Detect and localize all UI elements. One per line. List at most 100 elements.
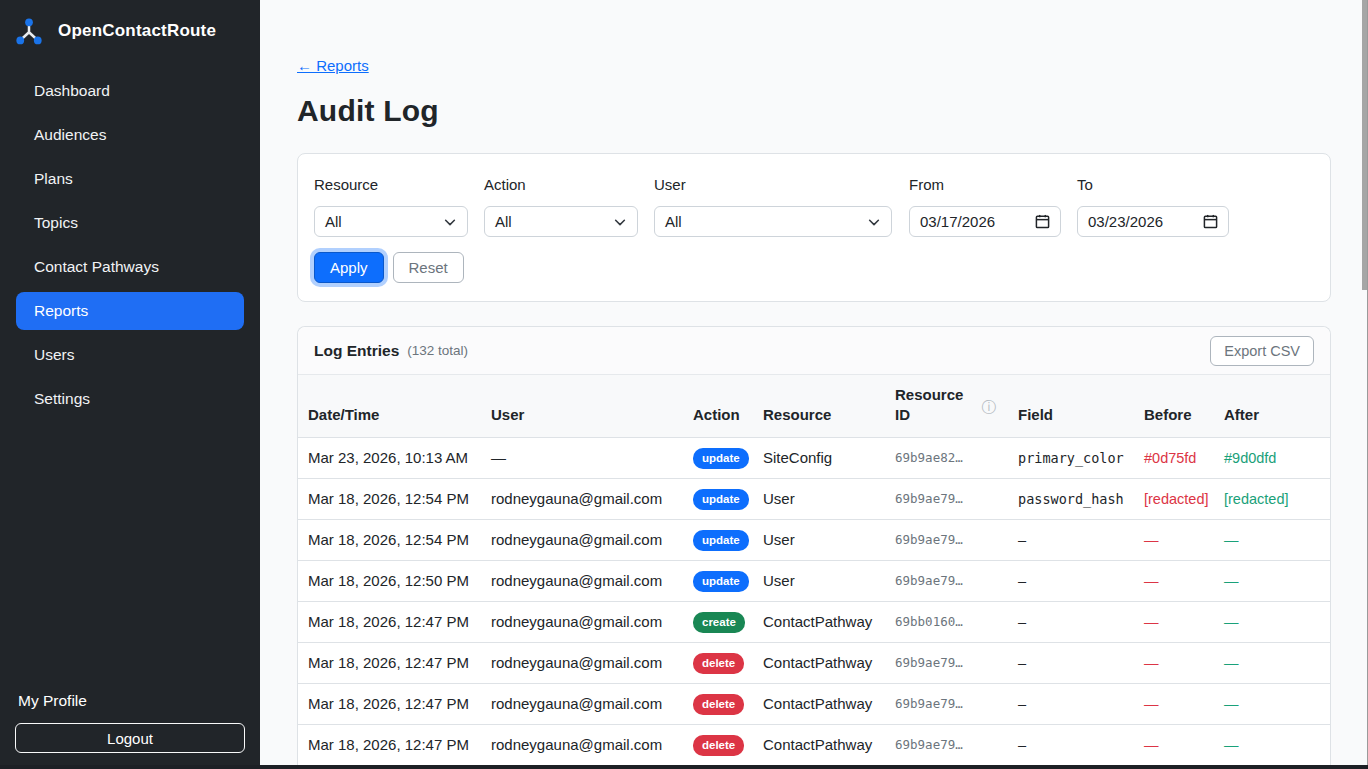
- cell-resource: ContactPathway: [753, 684, 885, 725]
- logout-button[interactable]: Logout: [15, 723, 245, 753]
- col-header-resource-id: Resource IDⓘ: [885, 375, 1008, 438]
- cell-datetime: Mar 18, 2026, 12:54 PM: [298, 520, 481, 561]
- cell-field: –: [1008, 684, 1134, 725]
- cell-after: —: [1214, 684, 1330, 725]
- cell-resource: User: [753, 479, 885, 520]
- log-entries-header: Log Entries (132 total) Export CSV: [298, 327, 1330, 375]
- to-date-label: To: [1077, 176, 1229, 194]
- cell-datetime: Mar 18, 2026, 12:50 PM: [298, 561, 481, 602]
- export-csv-button[interactable]: Export CSV: [1210, 336, 1314, 366]
- cell-after: —: [1214, 725, 1330, 766]
- cell-resource-id: 69b9ae79…: [885, 479, 1008, 520]
- calendar-icon: [1035, 214, 1050, 229]
- cell-user: —: [481, 438, 683, 479]
- cell-field: –: [1008, 725, 1134, 766]
- cell-after: —: [1214, 561, 1330, 602]
- cell-action: delete: [683, 725, 753, 766]
- col-header-user: User: [481, 375, 683, 438]
- sidebar-item-reports[interactable]: Reports: [16, 292, 244, 330]
- cell-action: update: [683, 561, 753, 602]
- from-date-label: From: [909, 176, 1061, 194]
- cell-action: delete: [683, 684, 753, 725]
- cell-before: —: [1134, 643, 1214, 684]
- cell-resource-id: 69b9ae79…: [885, 561, 1008, 602]
- page-title: Audit Log: [297, 94, 1331, 128]
- cell-resource: ContactPathway: [753, 602, 885, 643]
- sidebar-item-topics[interactable]: Topics: [16, 204, 244, 242]
- cell-resource-id: 69b9ae79…: [885, 684, 1008, 725]
- sidebar-item-plans[interactable]: Plans: [16, 160, 244, 198]
- resource-filter-select[interactable]: All: [314, 206, 468, 237]
- cell-resource-id: 69bb0160…: [885, 602, 1008, 643]
- from-date-input[interactable]: 03/17/2026: [909, 206, 1061, 237]
- log-row: Mar 18, 2026, 12:47 PMrodneygauna@gmail.…: [298, 643, 1330, 684]
- action-badge: create: [693, 612, 745, 633]
- log-row: Mar 18, 2026, 12:47 PMrodneygauna@gmail.…: [298, 602, 1330, 643]
- cell-resource-id: 69b9ae79…: [885, 643, 1008, 684]
- chevron-down-icon: [443, 215, 457, 229]
- cell-datetime: Mar 23, 2026, 10:13 AM: [298, 438, 481, 479]
- cell-action: update: [683, 479, 753, 520]
- filter-panel: Resource All Action All User All: [297, 153, 1331, 302]
- chevron-down-icon: [867, 215, 881, 229]
- col-header-resource: Resource: [753, 375, 885, 438]
- cell-field: –: [1008, 520, 1134, 561]
- sidebar-item-audiences[interactable]: Audiences: [16, 116, 244, 154]
- to-date-input[interactable]: 03/23/2026: [1077, 206, 1229, 237]
- action-badge: delete: [693, 653, 744, 674]
- back-to-reports-link[interactable]: ← Reports: [297, 57, 369, 74]
- cell-datetime: Mar 18, 2026, 12:47 PM: [298, 725, 481, 766]
- action-badge: delete: [693, 735, 744, 756]
- cell-field: –: [1008, 643, 1134, 684]
- cell-field: password_hash: [1008, 479, 1134, 520]
- col-header-after: After: [1214, 375, 1330, 438]
- cell-resource: User: [753, 520, 885, 561]
- app-logo-icon: [14, 16, 44, 46]
- cell-field: –: [1008, 561, 1134, 602]
- sidebar-item-dashboard[interactable]: Dashboard: [16, 72, 244, 110]
- cell-before: —: [1134, 602, 1214, 643]
- cell-action: delete: [683, 643, 753, 684]
- cell-user: rodneygauna@gmail.com: [481, 684, 683, 725]
- cell-resource: ContactPathway: [753, 643, 885, 684]
- cell-resource: SiteConfig: [753, 438, 885, 479]
- col-header-field: Field: [1008, 375, 1134, 438]
- sidebar-item-contact-pathways[interactable]: Contact Pathways: [16, 248, 244, 286]
- user-filter-select[interactable]: All: [654, 206, 892, 237]
- log-row: Mar 18, 2026, 12:54 PMrodneygauna@gmail.…: [298, 479, 1330, 520]
- table-header-row: Date/Time User Action Resource Resource …: [298, 375, 1330, 438]
- log-row: Mar 18, 2026, 12:47 PMrodneygauna@gmail.…: [298, 684, 1330, 725]
- cell-after: —: [1214, 602, 1330, 643]
- cell-before: —: [1134, 561, 1214, 602]
- action-filter-select[interactable]: All: [484, 206, 638, 237]
- log-row: Mar 18, 2026, 12:54 PMrodneygauna@gmail.…: [298, 520, 1330, 561]
- log-row: Mar 23, 2026, 10:13 AM—updateSiteConfig6…: [298, 438, 1330, 479]
- cell-before: #0d75fd: [1134, 438, 1214, 479]
- cell-resource-id: 69b9ae79…: [885, 725, 1008, 766]
- main-content: ← Reports Audit Log Resource All Action …: [260, 0, 1368, 769]
- reset-button[interactable]: Reset: [393, 252, 464, 283]
- cell-after: —: [1214, 520, 1330, 561]
- sidebar-item-my-profile[interactable]: My Profile: [15, 692, 245, 710]
- cell-action: create: [683, 602, 753, 643]
- cell-after: #9d0dfd: [1214, 438, 1330, 479]
- cell-before: —: [1134, 520, 1214, 561]
- info-icon[interactable]: ⓘ: [982, 400, 997, 414]
- log-entries-title: Log Entries: [314, 342, 399, 360]
- sidebar-nav: Dashboard Audiences Plans Topics Contact Pat…: [0, 72, 260, 692]
- cell-datetime: Mar 18, 2026, 12:54 PM: [298, 479, 481, 520]
- cell-after: —: [1214, 643, 1330, 684]
- cell-before: [redacted]: [1134, 479, 1214, 520]
- resource-filter-label: Resource: [314, 176, 468, 194]
- cell-user: rodneygauna@gmail.com: [481, 561, 683, 602]
- chevron-down-icon: [613, 215, 627, 229]
- log-row: Mar 18, 2026, 12:50 PMrodneygauna@gmail.…: [298, 561, 1330, 602]
- sidebar-item-users[interactable]: Users: [16, 336, 244, 374]
- log-entries-card: Log Entries (132 total) Export CSV Date/…: [297, 326, 1331, 769]
- cell-resource-id: 69b9ae79…: [885, 520, 1008, 561]
- cell-user: rodneygauna@gmail.com: [481, 520, 683, 561]
- action-badge: update: [693, 530, 749, 551]
- apply-button[interactable]: Apply: [314, 252, 384, 283]
- sidebar-item-settings[interactable]: Settings: [16, 380, 244, 418]
- log-row: Mar 18, 2026, 12:47 PMrodneygauna@gmail.…: [298, 725, 1330, 766]
